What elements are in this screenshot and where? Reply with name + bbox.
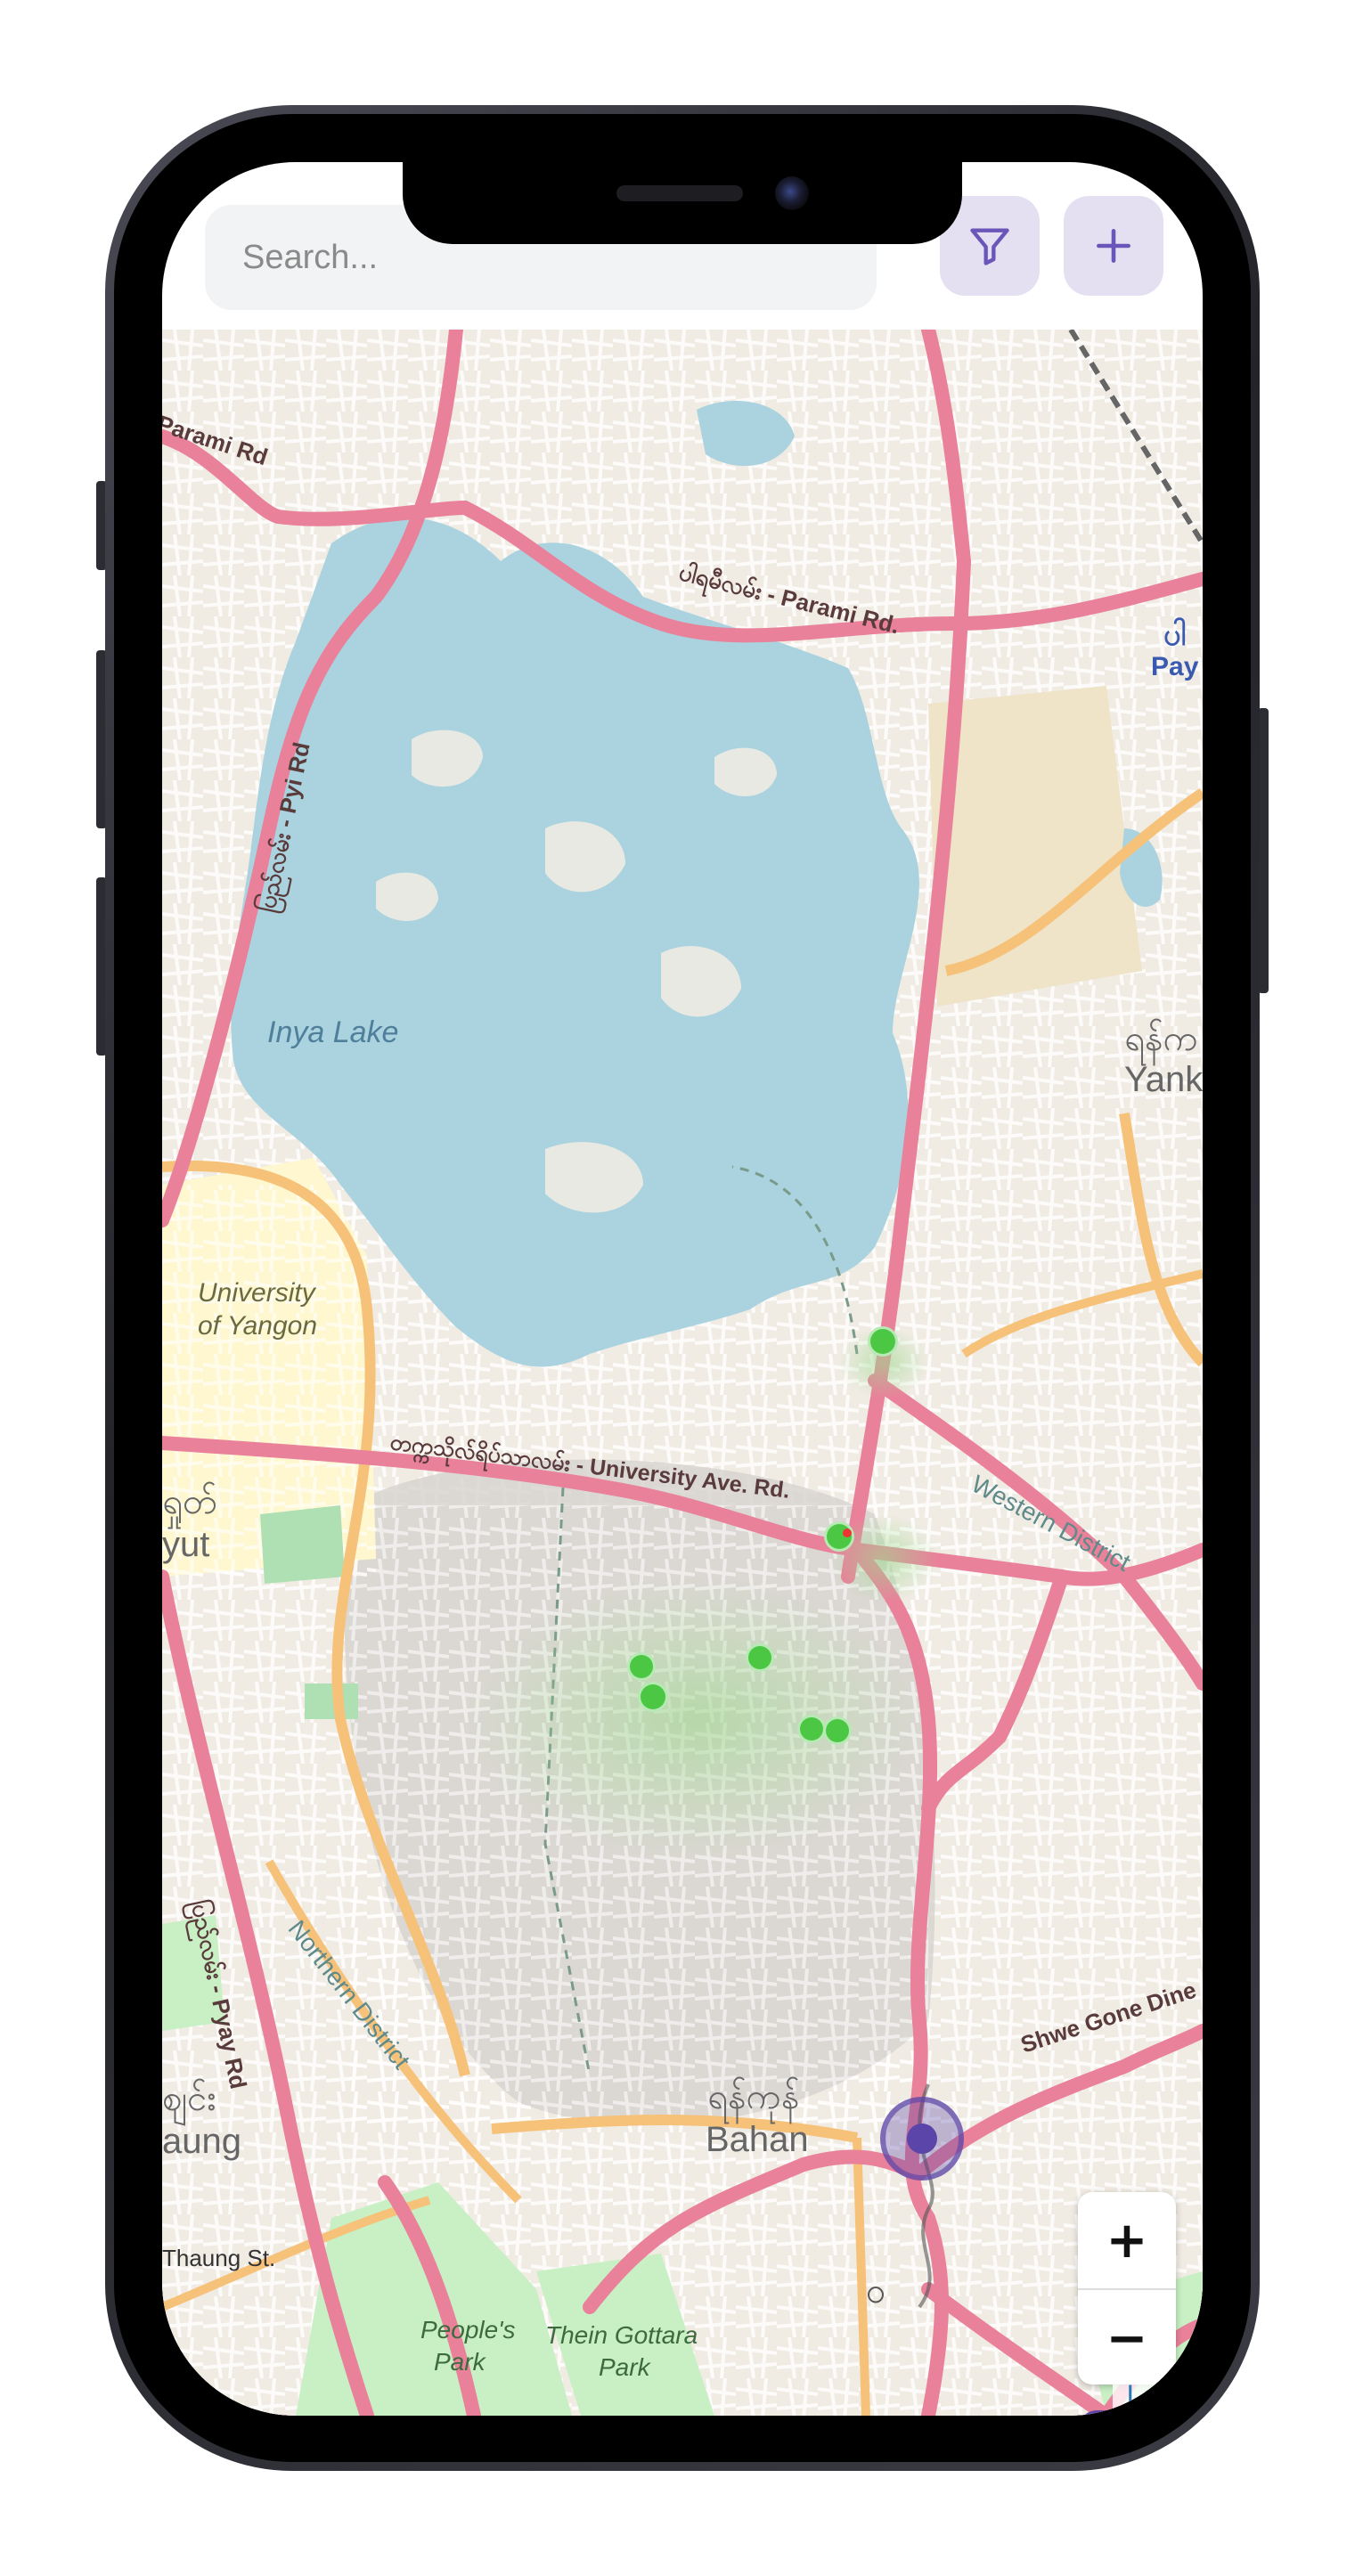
map-marker[interactable] xyxy=(823,1716,852,1745)
map-label-township: Bahan xyxy=(706,2120,809,2159)
map-marker[interactable] xyxy=(638,1682,668,1712)
map-label-road: Thaung St. xyxy=(162,2245,276,2271)
map-label-lake: Inya Lake xyxy=(267,1015,399,1049)
phone-notch xyxy=(403,162,962,244)
map-view[interactable]: Parami Rd ပါရမီလမ်း - Parami Rd. ပြည်လမ်… xyxy=(162,330,1203,2416)
map-label-township: ဝ xyxy=(866,2271,886,2311)
map-label-township: yut xyxy=(162,1525,210,1564)
zoom-control: + − xyxy=(1078,2192,1176,2384)
map-marker-alert xyxy=(843,1528,852,1537)
map-marker[interactable] xyxy=(627,1652,656,1681)
app-screen: Parami Rd ပါရမီလမ်း - Parami Rd. ပြည်လမ်… xyxy=(162,162,1203,2416)
map-label-township: aung xyxy=(162,2122,241,2161)
add-button[interactable] xyxy=(1064,196,1163,296)
map-label-park: Thein Gottara xyxy=(545,2321,698,2349)
front-camera xyxy=(775,176,809,210)
map-attribution[interactable]: Leafl xyxy=(1112,2376,1203,2416)
map-marker[interactable] xyxy=(797,1715,826,1743)
map-label-township: ရန်ကုန် xyxy=(707,2077,800,2116)
map-label-park: People's xyxy=(420,2316,516,2344)
filter-icon xyxy=(970,228,1009,265)
map-label-township: ဈင်း xyxy=(162,2079,216,2118)
map-label-township: Yank xyxy=(1124,1060,1203,1099)
map-label-park: Park xyxy=(599,2353,650,2381)
current-location-marker xyxy=(880,2097,964,2181)
plus-icon xyxy=(1097,229,1130,263)
zoom-out-button[interactable]: − xyxy=(1078,2288,1176,2384)
zoom-in-button[interactable]: + xyxy=(1078,2192,1176,2288)
map-label-place: of Yangon xyxy=(198,1311,318,1341)
map-marker[interactable] xyxy=(868,1326,898,1357)
map-marker[interactable] xyxy=(746,1643,774,1672)
map-tiles xyxy=(162,330,1203,2416)
map-label-place: University xyxy=(198,1278,315,1308)
speaker xyxy=(616,185,743,201)
map-label-park: Park xyxy=(434,2348,486,2376)
map-label-township: ရှုတ် xyxy=(162,1482,217,1521)
map-label-township: Pay xyxy=(1151,652,1199,681)
